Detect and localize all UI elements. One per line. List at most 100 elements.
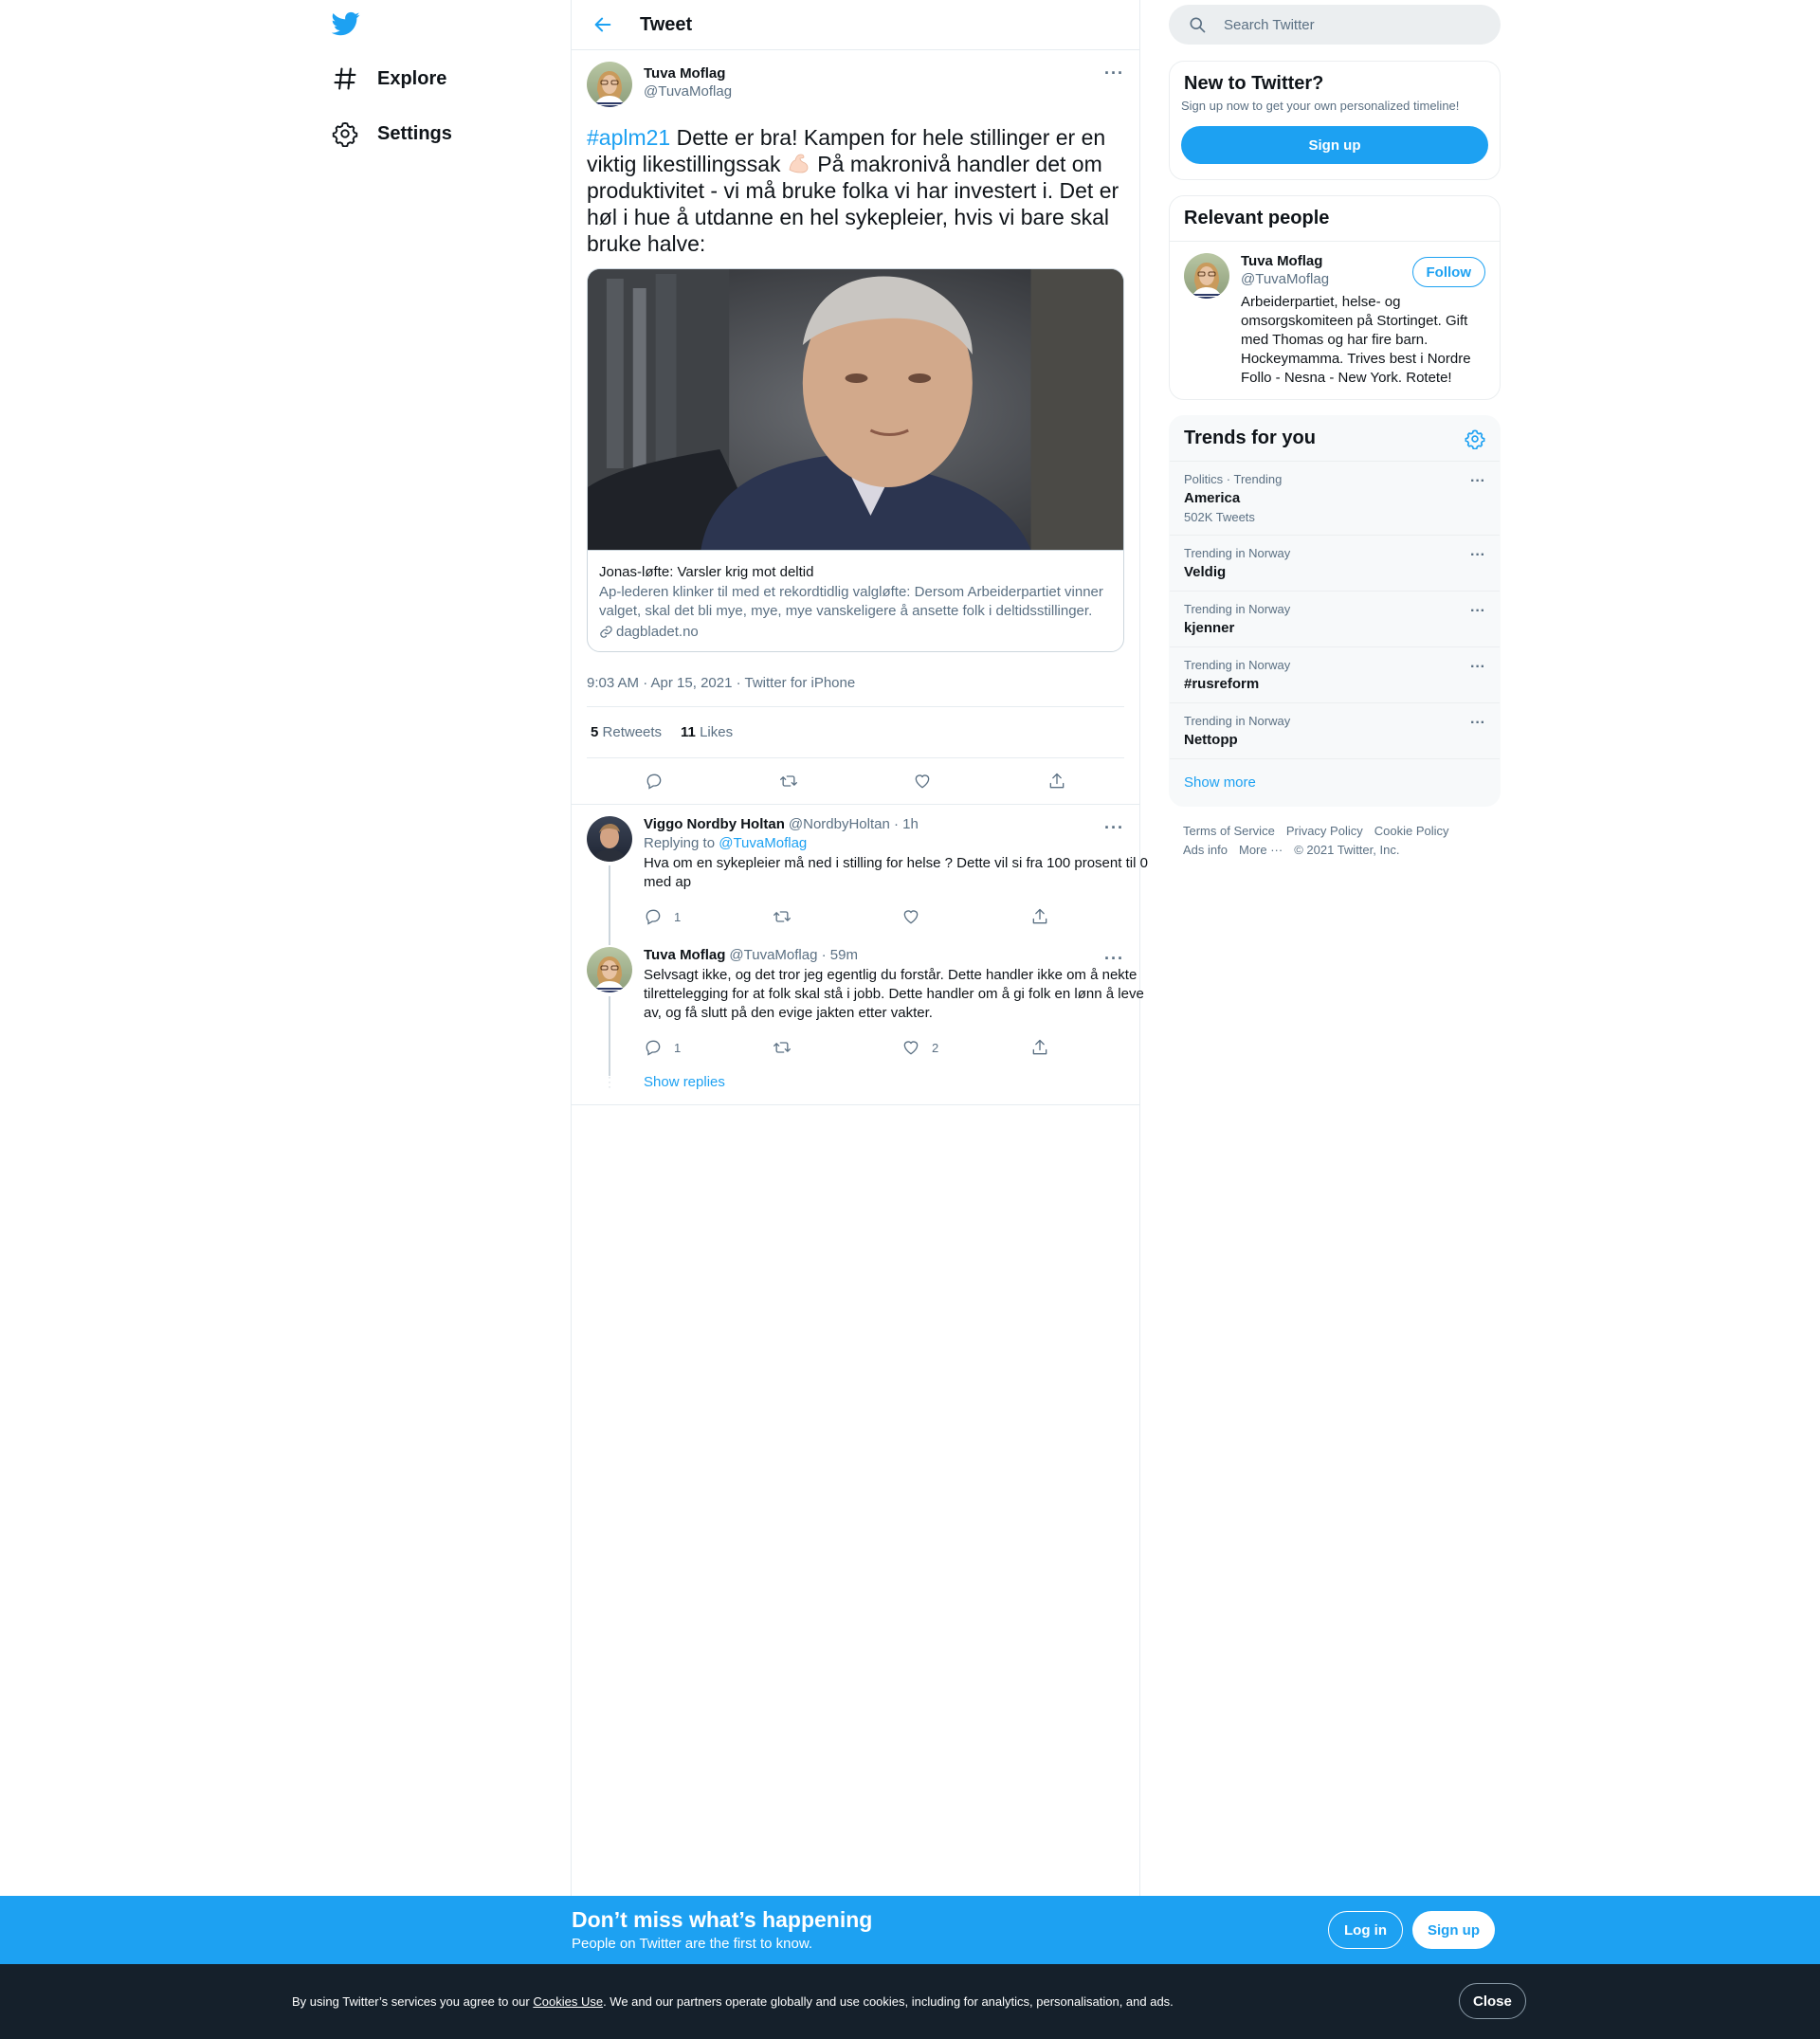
search-icon — [1190, 17, 1206, 33]
retweet-button[interactable] — [773, 1038, 901, 1057]
more-options-icon[interactable]: ··· — [1470, 715, 1485, 732]
card-description: Ap-lederen klinker til med et rekordtidl… — [599, 584, 1103, 619]
avatar[interactable] — [587, 62, 632, 107]
trends-panel: Trends for you Politics · Trending Ameri… — [1169, 415, 1501, 807]
card-domain-text: dagbladet.no — [616, 624, 699, 640]
reply-button[interactable] — [645, 772, 664, 791]
more-options-icon[interactable]: ··· — [1470, 603, 1485, 620]
more-options-icon[interactable]: ··· — [1470, 547, 1485, 564]
replying-to-link[interactable]: @TuvaMoflag — [719, 835, 807, 851]
show-replies-link[interactable]: Show replies — [644, 1074, 725, 1090]
reply-button[interactable]: 1 — [644, 1038, 773, 1057]
retweet-icon — [774, 911, 791, 922]
more-options-icon[interactable]: ··· — [1470, 659, 1485, 676]
like-button[interactable] — [913, 772, 932, 791]
trend-item[interactable]: Politics · Trending America 502K Tweets … — [1170, 462, 1500, 536]
card-image — [588, 269, 1123, 550]
panel-title: New to Twitter? — [1184, 73, 1324, 94]
reply-meta[interactable]: @NordbyHoltan · 1h — [789, 816, 919, 832]
retweet-button[interactable] — [773, 907, 901, 926]
panel-subtitle: Sign up now to get your own personalized… — [1181, 99, 1460, 113]
follow-button[interactable]: Follow — [1411, 257, 1485, 287]
reply-text: Selvsagt ikke, og det tror jeg egentlig … — [644, 967, 1144, 1021]
new-to-twitter-panel: New to Twitter? Sign up now to get your … — [1169, 61, 1501, 180]
reply-tweet[interactable]: Tuva Moflag @TuvaMoflag · 59m Selvsagt ik… — [572, 932, 1144, 1076]
trend-item[interactable]: Trending in Norway kjenner ··· — [1170, 592, 1500, 647]
card-title: Jonas-løfte: Varsler krig mot deltid — [599, 564, 814, 580]
signup-banner: Don’t miss what’s happening People on Tw… — [0, 1896, 1820, 1964]
trend-category: Politics · Trending — [1184, 472, 1283, 486]
footer-copyright: © 2021 Twitter, Inc. — [1294, 843, 1400, 857]
footer-link-cookie[interactable]: Cookie Policy — [1374, 824, 1449, 838]
reply-count: 1 — [674, 1040, 682, 1055]
avatar[interactable] — [587, 947, 632, 992]
footer-link-ads[interactable]: Ads info — [1183, 843, 1228, 857]
footer-link-privacy[interactable]: Privacy Policy — [1286, 824, 1363, 838]
reply-tweet[interactable]: Viggo Nordby Holtan @NordbyHoltan · 1h Re… — [572, 805, 1148, 945]
heart-icon — [903, 1041, 919, 1055]
banner-headline: Don’t miss what’s happening — [572, 1907, 873, 1932]
back-arrow-icon[interactable] — [587, 9, 619, 41]
more-options-icon[interactable]: ··· — [1104, 64, 1124, 83]
main-column: Tweet Tuva Moflag @TuvaMoflag ··· #aplm2… — [571, 0, 1148, 1896]
signup-button[interactable]: Sign up — [1181, 126, 1488, 164]
reply-meta[interactable]: @TuvaMoflag · 59m — [729, 947, 858, 963]
reply-icon — [646, 1040, 661, 1056]
reply-author-name[interactable]: Tuva Moflag — [644, 947, 725, 963]
like-button[interactable]: 2 — [901, 1038, 1030, 1057]
author-handle[interactable]: @TuvaMoflag — [644, 83, 732, 100]
retweets-stat[interactable]: 5 Retweets — [591, 724, 662, 740]
tweet-actions — [587, 758, 1124, 804]
hashtag-link[interactable]: #aplm21 — [587, 125, 670, 150]
share-button[interactable] — [1030, 1038, 1159, 1057]
trend-name: kjenner — [1184, 620, 1235, 636]
twitter-logo-icon[interactable] — [331, 9, 360, 38]
reply-button[interactable]: 1 — [644, 907, 773, 926]
avatar[interactable] — [587, 816, 632, 862]
more-options-icon[interactable]: ··· — [1104, 949, 1124, 969]
close-button[interactable]: Close — [1459, 1983, 1526, 2019]
thread-dots-icon: · · · — [608, 1069, 611, 1093]
author-name[interactable]: Tuva Moflag — [644, 65, 732, 82]
share-button[interactable] — [1030, 907, 1159, 926]
relevant-person[interactable]: Tuva Moflag @TuvaMoflag Arbeiderpartiet,… — [1170, 242, 1500, 399]
search-box[interactable] — [1169, 5, 1501, 45]
cookie-text: By using Twitter’s services you agree to… — [292, 1994, 1174, 2009]
card-body: Jonas-løfte: Varsler krig mot deltid Ap-… — [588, 550, 1123, 651]
panel-title: Trends for you — [1184, 428, 1316, 448]
show-more-link[interactable]: Show more — [1170, 759, 1500, 806]
hashtag-icon — [334, 67, 356, 90]
nav-explore[interactable]: Explore — [332, 55, 446, 102]
banner-signup-button[interactable]: Sign up — [1412, 1911, 1495, 1949]
tweet-timestamp[interactable]: 9:03 AM · Apr 15, 2021 · Twitter for iPh… — [587, 675, 1124, 707]
retweet-icon — [779, 775, 797, 787]
trend-name: America — [1184, 490, 1241, 506]
retweet-button[interactable] — [779, 772, 798, 791]
more-options-icon[interactable]: ··· — [1470, 473, 1485, 490]
share-icon — [1032, 1039, 1047, 1055]
nav-settings[interactable]: Settings — [332, 110, 452, 157]
trend-count: 502K Tweets — [1184, 510, 1255, 524]
share-button[interactable] — [1047, 772, 1066, 791]
reply-author-name[interactable]: Viggo Nordby Holtan — [644, 816, 785, 832]
tweet-author: Tuva Moflag @TuvaMoflag — [587, 62, 1124, 118]
likes-stat[interactable]: 11 Likes — [681, 724, 733, 740]
trend-item[interactable]: Trending in Norway Veldig ··· — [1170, 536, 1500, 592]
nav-settings-label: Settings — [377, 122, 452, 144]
like-button[interactable] — [901, 907, 1030, 926]
trend-category: Trending in Norway — [1184, 658, 1291, 672]
search-input[interactable] — [1224, 16, 1470, 33]
banner-subtext: People on Twitter are the first to know. — [572, 1936, 813, 1952]
more-options-icon[interactable]: ··· — [1104, 818, 1124, 838]
link-card[interactable]: Jonas-løfte: Varsler krig mot deltid Ap-… — [587, 268, 1124, 652]
footer-link-terms[interactable]: Terms of Service — [1183, 824, 1275, 838]
footer-link-more[interactable]: More ··· — [1239, 843, 1283, 857]
tweet-stats: 5 Retweets 11 Likes — [587, 707, 1124, 758]
trend-item[interactable]: Trending in Norway Nettopp ··· — [1170, 703, 1500, 759]
login-button[interactable]: Log in — [1328, 1911, 1403, 1949]
trend-item[interactable]: Trending in Norway #rusreform ··· — [1170, 647, 1500, 703]
cookies-use-link[interactable]: Cookies Use — [533, 1994, 603, 2009]
avatar[interactable] — [1184, 253, 1229, 299]
gear-icon[interactable] — [1465, 428, 1485, 449]
page-title: Tweet — [640, 13, 693, 35]
